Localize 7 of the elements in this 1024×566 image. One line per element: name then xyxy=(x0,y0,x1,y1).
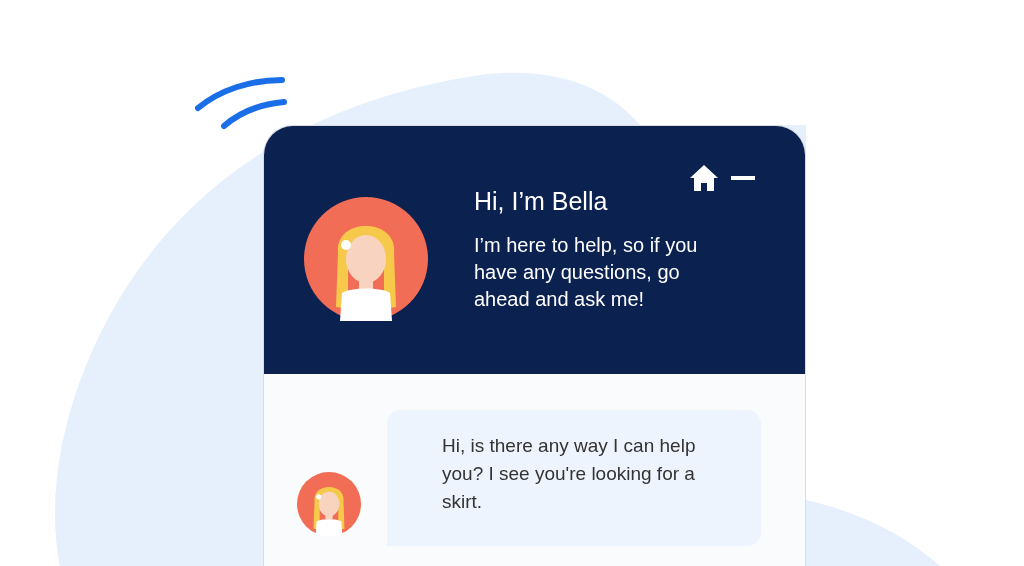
avatar-icon xyxy=(297,472,361,536)
avatar-icon xyxy=(304,197,428,321)
signal-arcs-icon xyxy=(195,77,287,129)
header-message: I’m here to help, so if you have any questions, go ahead and ask me! xyxy=(474,233,699,312)
home-icon[interactable] xyxy=(689,164,719,192)
header-title: Hi, I’m Bella xyxy=(474,186,609,216)
message-text: Hi, is there any way I can help you? I see you're looking for a skirt. xyxy=(442,434,697,514)
